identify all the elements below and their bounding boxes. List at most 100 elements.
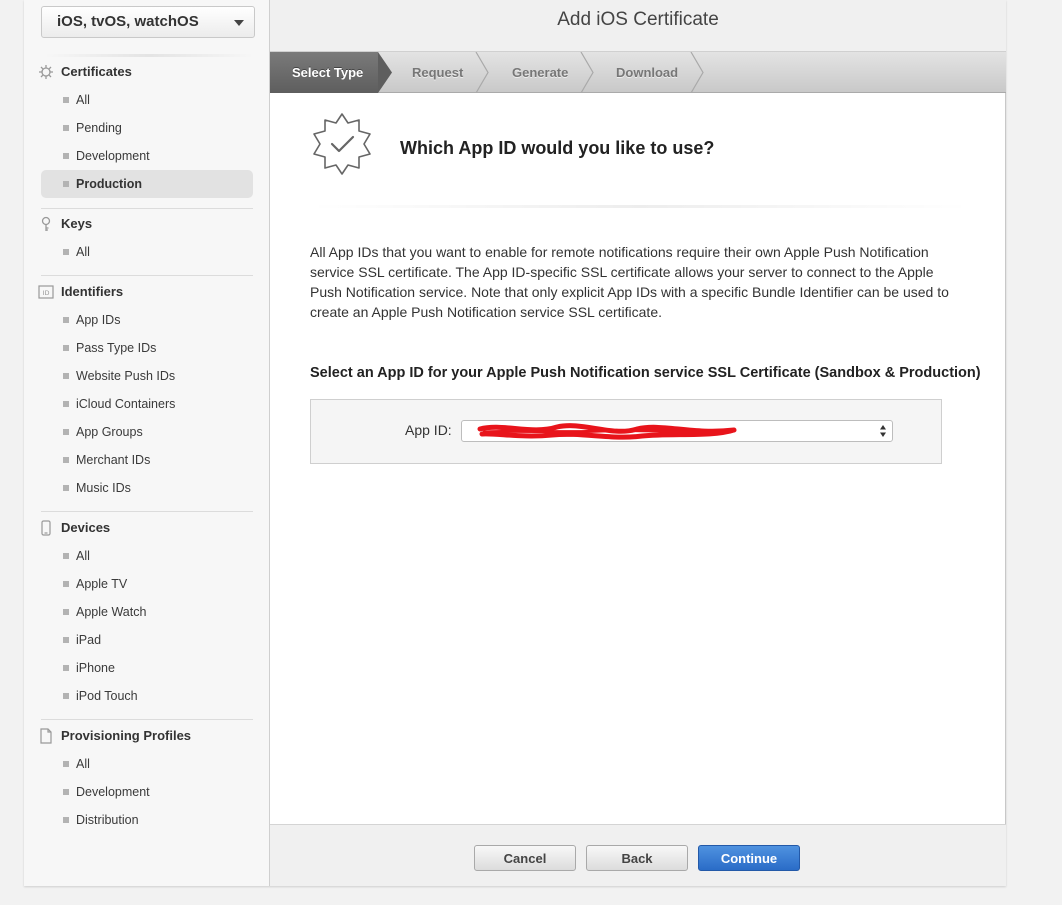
main-panel: Add iOS Certificate Select Type Request … (270, 0, 1006, 886)
back-button[interactable]: Back (586, 845, 688, 871)
sidebar-item-label: iPhone (76, 661, 115, 675)
bullet (63, 373, 69, 379)
svg-text:ID: ID (43, 289, 50, 297)
select-app-id-heading: Select an App ID for your Apple Push Not… (310, 365, 981, 381)
sidebar-item-certificates-development[interactable]: Development (41, 142, 253, 170)
document-icon (40, 728, 52, 744)
sidebar-item-label: All (76, 549, 90, 563)
sidebar-item-certificates-production[interactable]: Production (41, 170, 253, 198)
platform-selector[interactable]: iOS, tvOS, watchOS (41, 6, 255, 38)
bullet (63, 457, 69, 463)
sidebar-item-label: Website Push IDs (76, 369, 176, 383)
sidebar-item-keys-all[interactable]: All (41, 238, 253, 266)
sidebar-item-label: Distribution (76, 813, 139, 827)
sidebar-section-header: Devices (24, 514, 270, 542)
sidebar-section-identifiers: ID Identifiers App IDs Pass Type IDs Web… (24, 278, 270, 502)
sidebar-section-header: Provisioning Profiles (24, 722, 270, 750)
sidebar-item-music-ids[interactable]: Music IDs (41, 474, 253, 502)
sidebar-section-title: Provisioning Profiles (61, 728, 192, 743)
bullet (63, 581, 69, 587)
sidebar-item-merchant-ids[interactable]: Merchant IDs (41, 446, 253, 474)
step-label: Select Type (292, 65, 364, 80)
footer-actions: Cancel Back Continue (270, 824, 1006, 886)
step-request: Request (392, 52, 482, 93)
sidebar-item-label: Merchant IDs (76, 453, 151, 467)
redaction-scribble (477, 423, 737, 440)
sidebar-item-label: Apple Watch (76, 605, 147, 619)
sidebar-item-label: App Groups (76, 425, 143, 439)
sidebar-item-apple-tv[interactable]: Apple TV (41, 570, 253, 598)
app-id-select[interactable] (461, 420, 893, 442)
sidebar-item-icloud-containers[interactable]: iCloud Containers (41, 390, 253, 418)
bullet (63, 789, 69, 795)
select-arrows-icon (880, 425, 886, 437)
bullet (63, 401, 69, 407)
step-label: Request (412, 65, 464, 80)
sidebar-item-label: iPad (76, 633, 102, 647)
step-arrow-icon (378, 52, 392, 93)
sidebar-item-label: Music IDs (76, 481, 131, 495)
sidebar-item-certificates-all[interactable]: All (41, 86, 253, 114)
sidebar-section-keys: Keys All (24, 210, 270, 266)
bullet (63, 609, 69, 615)
sidebar-item-apple-watch[interactable]: Apple Watch (41, 598, 253, 626)
chevron-down-icon (234, 20, 244, 26)
app-id-panel: App ID: (310, 399, 942, 464)
bullet (63, 153, 69, 159)
sidebar-item-website-push-ids[interactable]: Website Push IDs (41, 362, 253, 390)
app-id-label: App ID: (405, 422, 452, 438)
sidebar-item-label: App IDs (76, 313, 121, 327)
step-separator-icon (580, 52, 594, 93)
step-download: Download (596, 52, 696, 93)
sidebar-item-certificates-pending[interactable]: Pending (41, 114, 253, 142)
bullet (63, 665, 69, 671)
step-separator-icon (475, 52, 489, 93)
sidebar: iOS, tvOS, watchOS Certificates All Pend… (24, 0, 270, 886)
sidebar-item-ipad[interactable]: iPad (41, 626, 253, 654)
sidebar-item-app-ids[interactable]: App IDs (41, 306, 253, 334)
sidebar-section-title: Certificates (61, 64, 132, 79)
question-heading: Which App ID would you like to use? (400, 138, 715, 158)
sidebar-item-ipod-touch[interactable]: iPod Touch (41, 682, 253, 710)
sidebar-item-profiles-distribution[interactable]: Distribution (41, 806, 253, 834)
sidebar-item-label: Development (76, 785, 150, 799)
sidebar-item-devices-all[interactable]: All (41, 542, 253, 570)
description-text: All App IDs that you want to enable for … (310, 244, 949, 320)
sidebar-section-header: Keys (24, 210, 270, 238)
sidebar-item-label: Production (76, 177, 142, 191)
sidebar-item-label: Apple TV (76, 577, 128, 591)
bullet (63, 97, 69, 103)
sidebar-fade-divider (44, 54, 254, 57)
sidebar-section-header: ID Identifiers (24, 278, 270, 306)
cancel-button[interactable]: Cancel (474, 845, 576, 871)
sidebar-item-label: iPod Touch (76, 689, 138, 703)
page-title: Add iOS Certificate (557, 9, 719, 30)
sidebar-section-title: Identifiers (61, 284, 124, 299)
sidebar-divider (41, 208, 253, 209)
step-select-type: Select Type (270, 52, 378, 93)
sidebar-item-label: Pass Type IDs (76, 341, 157, 355)
sidebar-item-app-groups[interactable]: App Groups (41, 418, 253, 446)
bullet (63, 485, 69, 491)
sidebar-item-label: All (76, 757, 90, 771)
bullet (63, 553, 69, 559)
step-generate: Generate (492, 52, 587, 93)
step-label: Generate (512, 65, 569, 80)
title-bar: Add iOS Certificate (270, 0, 1006, 52)
sidebar-item-iphone[interactable]: iPhone (41, 654, 253, 682)
sidebar-divider (41, 719, 253, 720)
bullet (63, 693, 69, 699)
sidebar-section-title: Devices (61, 520, 111, 535)
continue-button[interactable]: Continue (698, 845, 800, 871)
sidebar-item-profiles-development[interactable]: Development (41, 778, 253, 806)
step-label: Download (616, 65, 679, 80)
app-window: iOS, tvOS, watchOS Certificates All Pend… (24, 0, 1006, 886)
sidebar-item-label: iCloud Containers (76, 397, 176, 411)
sidebar-item-pass-type-ids[interactable]: Pass Type IDs (41, 334, 253, 362)
step-separator-icon (690, 52, 704, 93)
sidebar-item-profiles-all[interactable]: All (41, 750, 253, 778)
sidebar-item-label: All (76, 245, 90, 259)
bullet (63, 429, 69, 435)
section-divider (310, 205, 970, 208)
bullet (63, 345, 69, 351)
